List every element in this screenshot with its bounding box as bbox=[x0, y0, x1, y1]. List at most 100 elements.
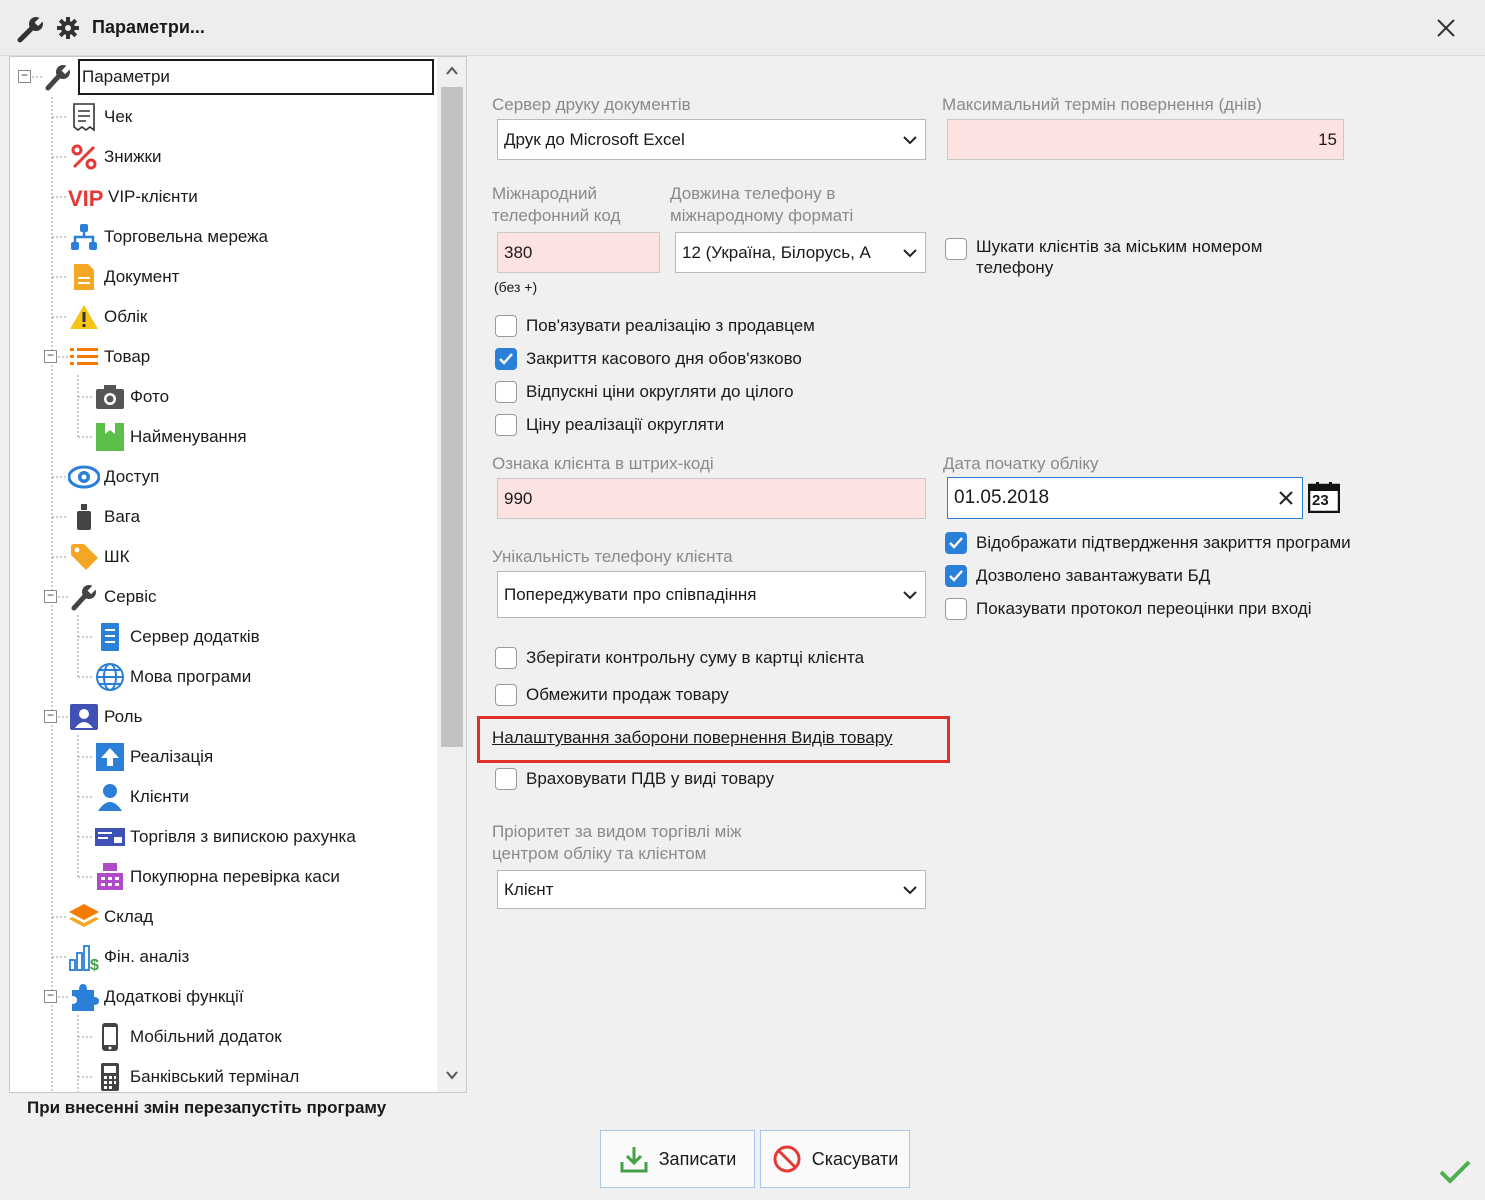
tree-item-service[interactable]: Сервіс bbox=[68, 578, 157, 616]
tree-item-warehouse[interactable]: Склад bbox=[68, 898, 153, 936]
max-return-days-label: Максимальний термін повернення (днів) bbox=[942, 95, 1262, 114]
print-server-select[interactable]: Друк до Microsoft Excel bbox=[497, 119, 926, 160]
tree-item-access[interactable]: Доступ bbox=[68, 458, 159, 496]
tree-item-language[interactable]: Мова програми bbox=[94, 658, 251, 696]
confirm-close-checkbox[interactable]: Відображати підтвердження закриття прогр… bbox=[945, 532, 1351, 554]
intl-code-label: Міжнародний телефонний код bbox=[492, 184, 621, 225]
round-prices-checkbox[interactable]: Відпускні ціни округляти до цілого bbox=[495, 381, 794, 403]
gear-icon bbox=[57, 17, 79, 39]
tree-item-vip[interactable]: VIP VIP-клієнти bbox=[68, 178, 198, 216]
weight-icon bbox=[68, 501, 100, 533]
checkbox[interactable] bbox=[495, 381, 517, 403]
finance-chart-icon: $ bbox=[68, 941, 100, 973]
tree-item-bank-terminal[interactable]: Банківський термінал bbox=[94, 1058, 299, 1092]
priority-label: Пріоритет за видом торгівлі між центром … bbox=[492, 822, 742, 863]
tree-item-network[interactable]: Торговельна мережа bbox=[68, 218, 268, 256]
start-date-input[interactable]: 01.05.2018 bbox=[947, 477, 1303, 519]
tree-item-app-server[interactable]: Сервер додатків bbox=[94, 618, 260, 656]
tree-item-photo[interactable]: Фото bbox=[94, 378, 169, 416]
chevron-down-icon[interactable] bbox=[444, 1067, 460, 1083]
tree-item-clients[interactable]: Клієнти bbox=[94, 778, 189, 816]
terminal-icon bbox=[94, 1061, 126, 1092]
tree-item-role[interactable]: Роль bbox=[68, 698, 142, 736]
tree-item-document[interactable]: Документ bbox=[68, 258, 179, 296]
checkbox[interactable] bbox=[495, 684, 517, 706]
tree-item-accounting[interactable]: Облік bbox=[68, 298, 147, 336]
link-sale-seller-checkbox[interactable]: Пов'язувати реалізацію з продавцем bbox=[495, 315, 815, 337]
network-icon bbox=[68, 221, 100, 253]
tree-item-fin-analysis[interactable]: $ Фін. аналіз bbox=[68, 938, 189, 976]
name-tag-icon bbox=[94, 421, 126, 453]
barcode-client-sign-input[interactable]: 990 bbox=[497, 478, 926, 519]
checkbox[interactable] bbox=[495, 414, 517, 436]
checkbox[interactable] bbox=[495, 315, 517, 337]
close-icon[interactable] bbox=[1432, 14, 1460, 42]
tree-item-product[interactable]: Товар bbox=[68, 338, 150, 376]
server-icon bbox=[94, 621, 126, 653]
tree-item-parameters[interactable]: Параметри bbox=[42, 58, 434, 96]
max-return-days-input[interactable]: 15 bbox=[947, 119, 1344, 160]
search-city-phone-checkbox[interactable]: Шукати клієнтів за міським номером телеф… bbox=[945, 236, 1262, 278]
priority-select[interactable]: Клієнт bbox=[497, 870, 926, 909]
checkbox[interactable] bbox=[945, 238, 967, 260]
phone-length-label: Довжина телефону в міжнародному форматі bbox=[670, 184, 854, 225]
svg-text:$: $ bbox=[90, 957, 99, 972]
intl-code-input[interactable]: 380 bbox=[497, 232, 660, 273]
checkbox-checked[interactable] bbox=[945, 565, 967, 587]
document-icon bbox=[68, 261, 100, 293]
tree-item-sales[interactable]: Реалізація bbox=[94, 738, 213, 776]
save-button[interactable]: Записати bbox=[600, 1130, 755, 1188]
tree-item-extra-functions[interactable]: Додаткові функції bbox=[68, 978, 244, 1016]
tree-item-mobile-app[interactable]: Мобільний додаток bbox=[94, 1018, 282, 1056]
phone-length-select[interactable]: 12 (Україна, Білорусь, А bbox=[675, 232, 926, 273]
allow-db-load-checkbox[interactable]: Дозволено завантажувати БД bbox=[945, 565, 1210, 587]
round-sale-price-checkbox[interactable]: Ціну реалізації округляти bbox=[495, 414, 724, 436]
scrollbar-thumb[interactable] bbox=[441, 87, 463, 747]
tree-item-barcode[interactable]: ШК bbox=[68, 538, 129, 576]
return-ban-settings-link[interactable]: Налаштування заборони повернення Видів т… bbox=[492, 728, 893, 748]
checkbox[interactable] bbox=[945, 598, 967, 620]
show-revaluation-log-checkbox[interactable]: Показувати протокол переоцінки при вході bbox=[945, 598, 1312, 620]
tree-item-weight[interactable]: Вага bbox=[68, 498, 140, 536]
limit-sales-checkbox[interactable]: Обмежити продаж товару bbox=[495, 684, 729, 706]
svg-text:VIP: VIP bbox=[68, 186, 103, 209]
phone-uniqueness-select[interactable]: Попереджувати про співпадіння bbox=[497, 571, 926, 618]
mobile-icon bbox=[94, 1021, 126, 1053]
tree-item-cash-check[interactable]: Покупюрна перевірка каси bbox=[94, 858, 340, 896]
chevron-down-icon bbox=[903, 248, 917, 257]
print-server-label: Сервер друку документів bbox=[492, 95, 691, 114]
collapse-toggle[interactable]: − bbox=[44, 709, 57, 723]
tree-item-invoice-trade[interactable]: Торгівля з випискою рахунка bbox=[94, 818, 356, 856]
settings-form: Сервер друку документів Друк до Microsof… bbox=[470, 56, 1485, 1096]
window-title: Параметри... bbox=[92, 17, 205, 37]
chevron-down-icon bbox=[903, 590, 917, 599]
intl-code-hint: (без +) bbox=[494, 279, 538, 295]
checkbox-checked[interactable] bbox=[945, 532, 967, 554]
eye-icon bbox=[68, 461, 100, 493]
chevron-down-icon bbox=[903, 885, 917, 894]
camera-icon bbox=[94, 381, 126, 413]
collapse-toggle[interactable]: − bbox=[44, 349, 57, 363]
invoice-icon bbox=[94, 821, 126, 853]
barcode-client-sign-label: Ознака клієнта в штрих-коді bbox=[492, 454, 714, 473]
checkmark-icon bbox=[1439, 1160, 1471, 1184]
vat-product-type-checkbox[interactable]: Враховувати ПДВ у виді товару bbox=[495, 768, 774, 790]
calendar-icon[interactable]: 23 bbox=[1307, 481, 1341, 514]
checkbox[interactable] bbox=[495, 768, 517, 790]
collapse-toggle[interactable]: − bbox=[18, 69, 31, 83]
save-checksum-checkbox[interactable]: Зберігати контрольну суму в картці клієн… bbox=[495, 647, 864, 669]
tree-item-naming[interactable]: Найменування bbox=[94, 418, 247, 456]
collapse-toggle[interactable]: − bbox=[44, 589, 57, 603]
checkbox[interactable] bbox=[495, 647, 517, 669]
tag-icon bbox=[68, 541, 100, 573]
tree-item-discounts[interactable]: Знижки bbox=[68, 138, 161, 176]
wrench-icon bbox=[42, 61, 74, 93]
chevron-up-icon[interactable] bbox=[444, 63, 460, 79]
tree-item-receipt[interactable]: Чек bbox=[68, 98, 132, 136]
cancel-button[interactable]: Скасувати bbox=[760, 1130, 910, 1188]
clear-icon[interactable] bbox=[1276, 488, 1296, 508]
close-cash-day-checkbox[interactable]: Закриття касового дня обов'язково bbox=[495, 348, 802, 370]
checkbox-checked[interactable] bbox=[495, 348, 517, 370]
tree-scrollbar[interactable] bbox=[437, 57, 466, 1092]
collapse-toggle[interactable]: − bbox=[44, 989, 57, 1003]
